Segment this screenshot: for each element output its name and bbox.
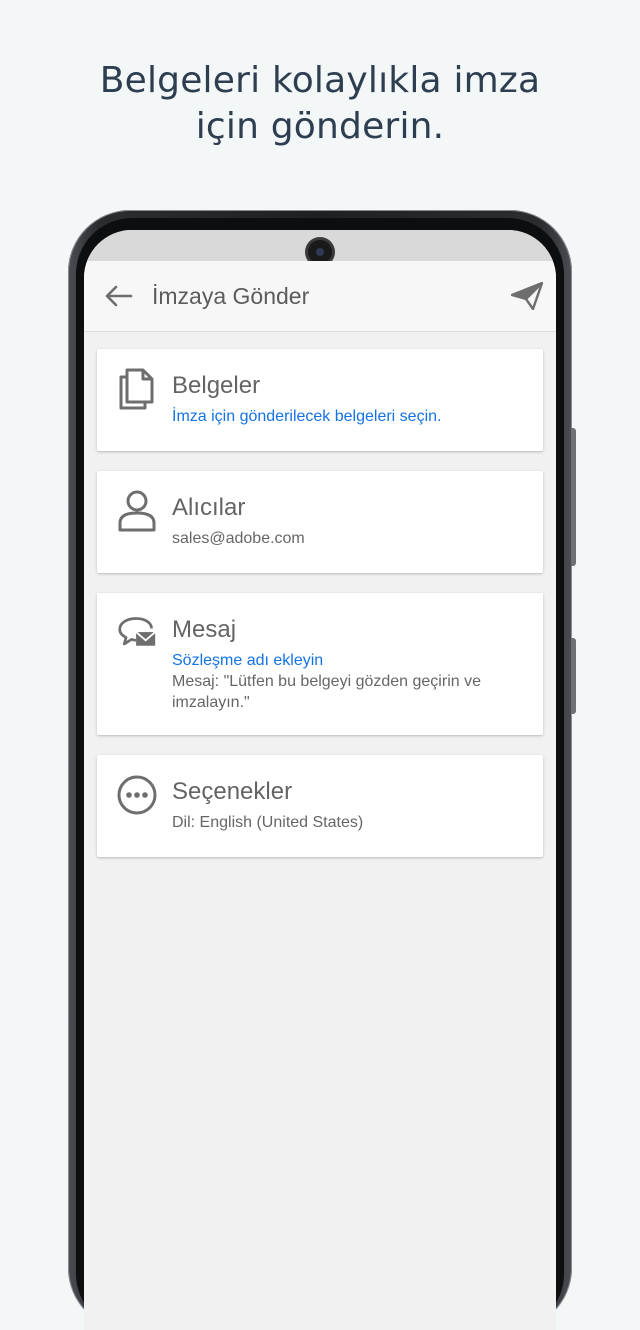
phone-screen: İmzaya Gönder Belgeler İmza için gönderi… — [84, 230, 556, 1330]
recipients-card[interactable]: Alıcılar sales@adobe.com — [97, 471, 543, 573]
options-title: Seçenekler — [172, 778, 293, 805]
message-icon — [118, 617, 156, 646]
more-options-icon — [117, 775, 157, 815]
phone-volume-button — [571, 428, 576, 566]
paper-plane-icon — [511, 282, 543, 310]
add-agreement-name-link[interactable]: Sözleşme adı ekleyin — [172, 650, 527, 671]
select-documents-link[interactable]: İmza için gönderilecek belgeleri seçin. — [172, 406, 527, 427]
headline-line-2: için gönderin. — [195, 106, 445, 147]
documents-icon — [119, 368, 154, 410]
documents-title: Belgeler — [172, 372, 261, 399]
documents-card[interactable]: Belgeler İmza için gönderilecek belgeler… — [97, 349, 543, 451]
recipients-title: Alıcılar — [172, 494, 246, 521]
message-title: Mesaj — [172, 616, 237, 643]
message-card[interactable]: Mesaj Sözleşme adı ekleyin Mesaj: "Lütfe… — [97, 593, 543, 735]
send-button[interactable] — [510, 279, 544, 313]
recipient-email: sales@adobe.com — [172, 530, 305, 547]
arrow-left-icon — [105, 285, 133, 307]
page-title: İmzaya Gönder — [152, 283, 310, 309]
app-bar: İmzaya Gönder — [84, 261, 556, 332]
message-preview: Mesaj: "Lütfen bu belgeyi gözden geçirin… — [172, 673, 481, 711]
options-card[interactable]: Seçenekler Dil: English (United States) — [97, 755, 543, 857]
headline-line-1: Belgeleri kolaylıkla imza — [99, 60, 541, 101]
send-options-list: Belgeler İmza için gönderilecek belgeler… — [97, 349, 543, 877]
phone-frame: İmzaya Gönder Belgeler İmza için gönderi… — [68, 210, 576, 1330]
phone-power-button — [571, 638, 576, 714]
marketing-headline: Belgeleri kolaylıkla imza için gönderin. — [0, 58, 640, 150]
back-button[interactable] — [102, 281, 134, 311]
person-icon — [118, 490, 156, 532]
language-setting: Dil: English (United States) — [172, 814, 364, 831]
